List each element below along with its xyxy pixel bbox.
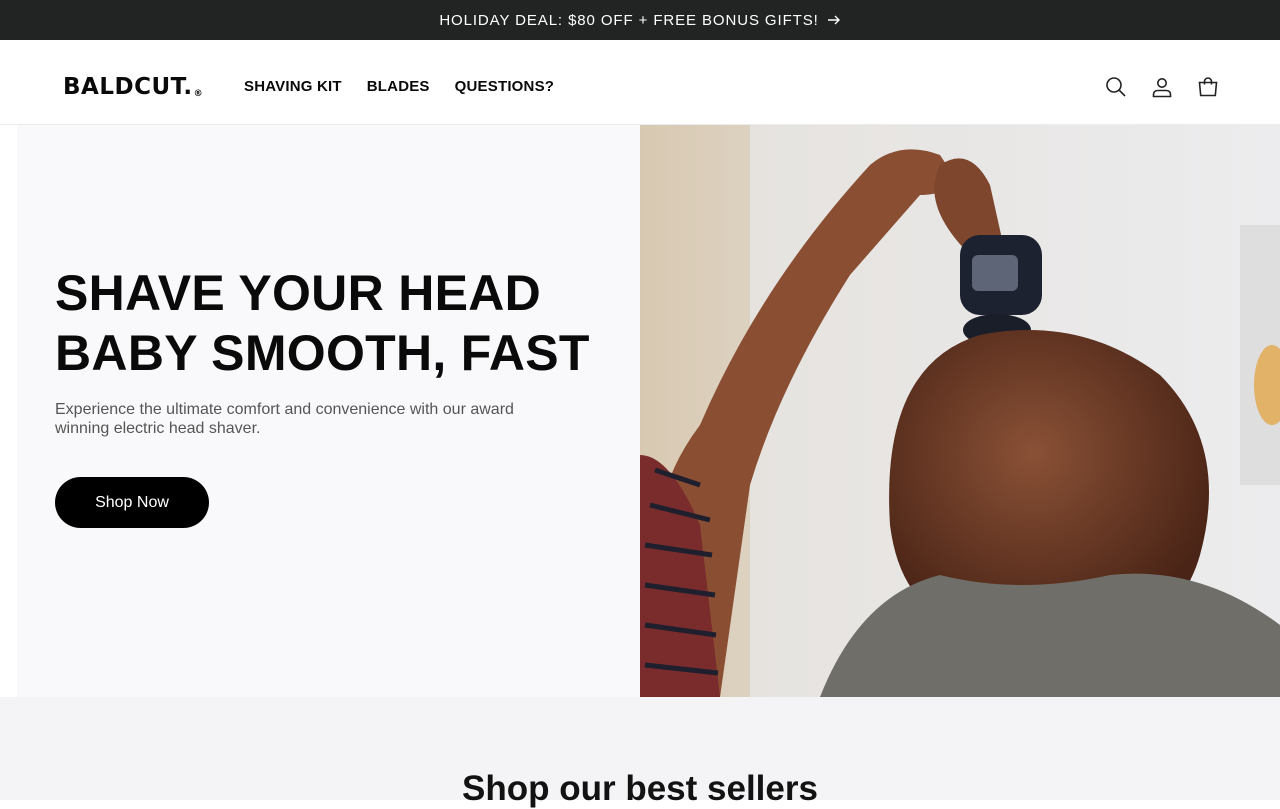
search-button[interactable] bbox=[1104, 74, 1128, 100]
nav-item-blades[interactable]: BLADES bbox=[367, 78, 430, 95]
shop-now-button[interactable]: Shop Now bbox=[55, 477, 209, 528]
hero-image bbox=[640, 125, 1280, 697]
account-button[interactable] bbox=[1150, 74, 1174, 100]
header-icons bbox=[1104, 74, 1220, 100]
hero-subtitle: Experience the ultimate comfort and conv… bbox=[55, 401, 514, 437]
search-icon bbox=[1106, 77, 1126, 97]
hero-title-line-2: BABY SMOOTH, FAST bbox=[55, 325, 590, 381]
logo[interactable]: BALDCUT. ® bbox=[63, 74, 203, 100]
announcement-link[interactable]: HOLIDAY DEAL: $80 OFF + FREE BONUS GIFTS… bbox=[439, 12, 840, 29]
logo-registered-mark: ® bbox=[193, 89, 204, 99]
logo-text: BALDCUT. bbox=[63, 74, 193, 100]
nav-item-shaving-kit[interactable]: SHAVING KIT bbox=[244, 78, 342, 95]
cart-icon bbox=[1198, 77, 1218, 97]
hero-title-line-1: SHAVE YOUR HEAD bbox=[55, 265, 542, 321]
announcement-bar: HOLIDAY DEAL: $80 OFF + FREE BONUS GIFTS… bbox=[0, 0, 1280, 40]
site-header: BALDCUT. ® SHAVING KIT BLADES QUESTIONS? bbox=[0, 40, 1280, 125]
best-sellers-title: Shop our best sellers bbox=[462, 769, 818, 808]
hero-section: SHAVE YOUR HEAD BABY SMOOTH, FAST Experi… bbox=[0, 125, 1280, 697]
main-nav: SHAVING KIT BLADES QUESTIONS? bbox=[244, 78, 554, 95]
nav-item-questions[interactable]: QUESTIONS? bbox=[455, 78, 555, 95]
arrow-right-icon bbox=[827, 15, 840, 25]
cart-button[interactable] bbox=[1196, 74, 1220, 100]
hero-title: SHAVE YOUR HEAD BABY SMOOTH, FAST bbox=[55, 263, 635, 383]
best-sellers-section: Shop our best sellers bbox=[0, 697, 1280, 808]
account-icon bbox=[1152, 78, 1172, 98]
announcement-text: HOLIDAY DEAL: $80 OFF + FREE BONUS GIFTS… bbox=[439, 11, 819, 29]
